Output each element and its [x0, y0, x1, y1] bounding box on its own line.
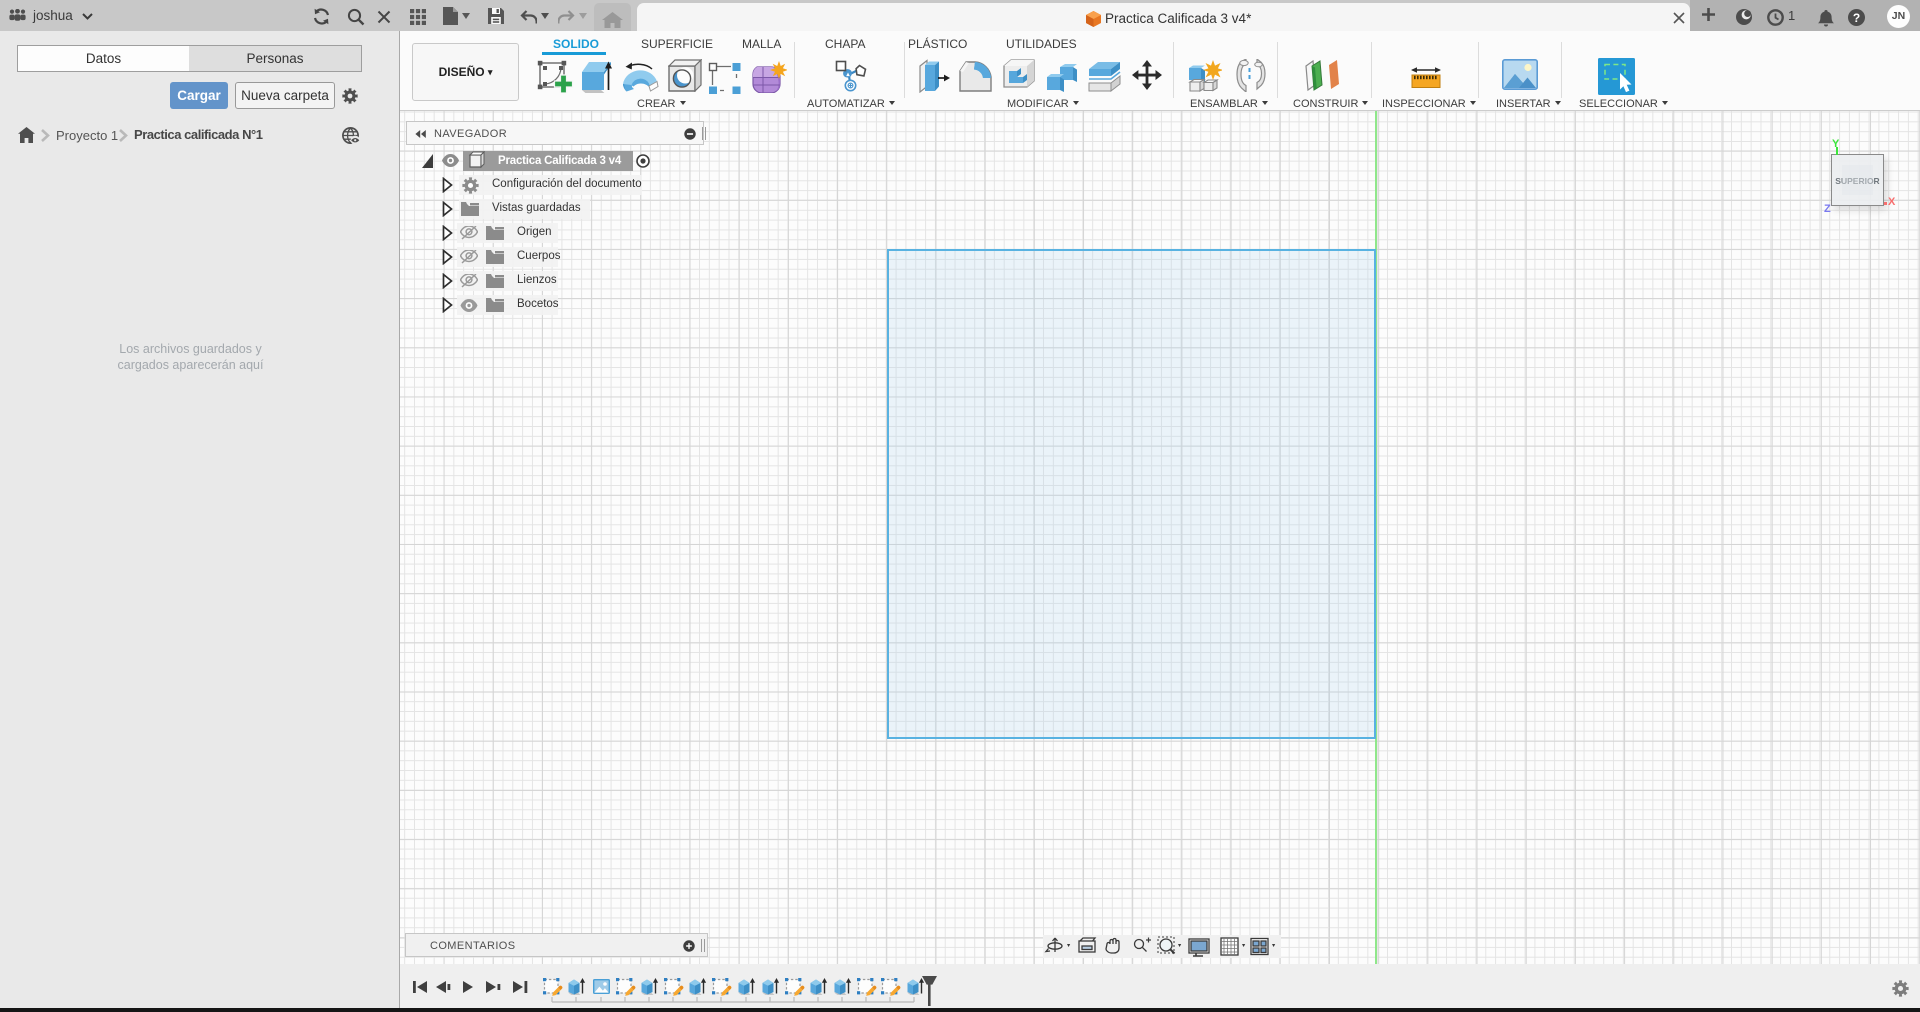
svg-text:?: ? [1853, 11, 1860, 25]
